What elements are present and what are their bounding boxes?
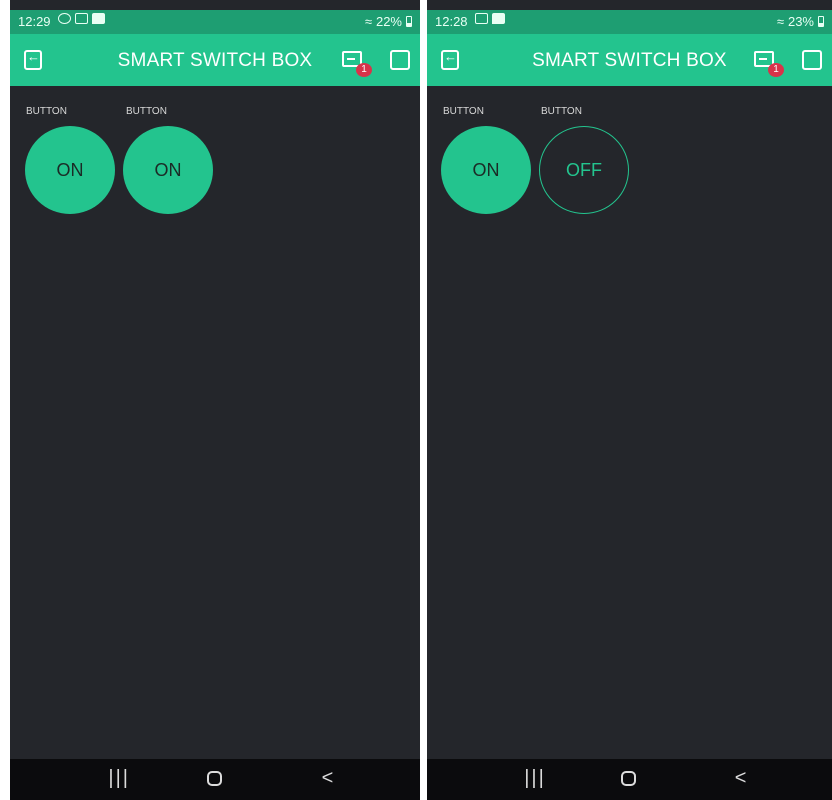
message-icon [492, 13, 505, 24]
button-widget-label: BUTTON [126, 106, 167, 117]
button-widget-label: BUTTON [443, 106, 484, 117]
status-bar: 12:29 ≈ 22% [10, 10, 420, 34]
system-status: ≈ 23% [777, 14, 824, 29]
device-status-button[interactable]: 1 [754, 51, 784, 77]
battery-percent: 22% [375, 14, 402, 29]
signal-icon: ≈ [776, 14, 784, 29]
status-time: 12:29 [18, 14, 51, 29]
system-status: ≈ 22% [365, 14, 412, 29]
play-stop-button[interactable] [390, 50, 410, 70]
whatsapp-icon [58, 13, 71, 24]
recents-button[interactable]: ||| [524, 767, 546, 790]
notification-icons [475, 13, 505, 24]
status-bar: 12:28 ≈ 23% [427, 10, 832, 34]
image-icon [75, 13, 88, 24]
notification-icons [58, 13, 105, 24]
app-bar: SMART SWITCH BOX 1 [427, 34, 832, 86]
button-widget-label: BUTTON [26, 106, 67, 117]
home-button[interactable] [206, 771, 222, 786]
notification-badge: 1 [768, 63, 784, 77]
back-button[interactable]: < [322, 767, 334, 790]
switch-button-1[interactable]: ON [441, 126, 531, 214]
system-nav-bar: ||| < [427, 759, 832, 800]
system-nav-bar: ||| < [10, 759, 420, 800]
switch-button-2[interactable]: ON [123, 126, 213, 214]
message-icon [92, 13, 105, 24]
phone-screen-right: 12:28 ≈ 23% SMART SWITCH BOX 1 BUTTON BU… [427, 0, 832, 800]
notification-badge: 1 [356, 63, 372, 77]
battery-percent: 23% [787, 14, 814, 29]
switch-button-1[interactable]: ON [25, 126, 115, 214]
app-bar: SMART SWITCH BOX 1 [10, 34, 420, 86]
phone-screen-left: 12:29 ≈ 22% SMART SWITCH BOX 1 BUTTON BU… [10, 0, 420, 800]
battery-icon [406, 16, 412, 27]
switch-button-2[interactable]: OFF [539, 126, 629, 214]
button-widget-label: BUTTON [541, 106, 582, 117]
battery-icon [818, 16, 824, 27]
image-icon [475, 13, 488, 24]
play-stop-button[interactable] [802, 50, 822, 70]
home-button[interactable] [621, 771, 637, 786]
device-status-button[interactable]: 1 [342, 51, 372, 77]
signal-icon: ≈ [364, 14, 372, 29]
recents-button[interactable]: ||| [108, 767, 130, 790]
status-time: 12:28 [435, 14, 468, 29]
back-button[interactable]: < [735, 767, 747, 790]
